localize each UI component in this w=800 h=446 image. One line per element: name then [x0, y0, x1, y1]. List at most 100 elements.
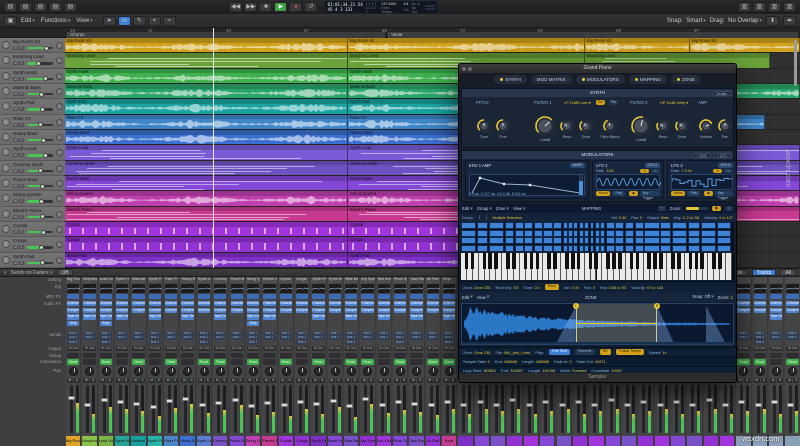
channel-name-label[interactable]: Saw Stack	[409, 436, 423, 446]
solo-button[interactable]: S	[205, 378, 211, 383]
mute-button[interactable]: M	[13, 169, 18, 173]
zone-header-field[interactable]: Pan: 0	[584, 285, 595, 290]
black-key[interactable]	[553, 253, 557, 269]
solo-button[interactable]: S	[352, 378, 358, 383]
lfo2-badge[interactable]: LFO 2	[645, 163, 660, 168]
wave-icon[interactable]: ∿	[651, 169, 660, 173]
mute-button[interactable]: M	[116, 378, 122, 383]
mute-button[interactable]: M	[13, 77, 18, 81]
send-slot[interactable]: Bus 1	[67, 332, 79, 336]
fader-track[interactable]	[511, 385, 514, 433]
tab-zone[interactable]: ZONE	[671, 75, 701, 84]
fader-track[interactable]	[119, 385, 122, 433]
fader-track[interactable]	[479, 385, 482, 433]
eq-thumbnail[interactable]	[737, 284, 749, 293]
vertical-scrollbar[interactable]	[794, 40, 797, 86]
sample-zone[interactable]	[461, 245, 476, 252]
lfo2-panel[interactable]: LFO 2LFO 2Rate:1/16✎∿Phase: 0°MonoPoly◆K…	[592, 160, 664, 199]
eq-thumbnail[interactable]	[280, 284, 292, 293]
mute-button[interactable]: M	[13, 199, 18, 203]
input-slot[interactable]	[100, 294, 112, 299]
mute-button[interactable]: M	[181, 378, 187, 383]
pan-knob[interactable]	[788, 367, 797, 376]
fader-handle[interactable]	[182, 397, 189, 401]
output-slot[interactable]: St Out	[116, 346, 128, 351]
mute-button[interactable]: M	[786, 378, 792, 383]
send-slot[interactable]: Bus 1	[231, 332, 243, 336]
pan-knob[interactable]	[102, 367, 111, 376]
mute-button[interactable]: M	[754, 378, 760, 383]
record-button[interactable]: ●	[289, 2, 302, 12]
channel-strip[interactable]: CongaChannel EQCompressorBus 1Bus 2Bus 3…	[295, 277, 310, 446]
mute-button[interactable]: M	[427, 378, 433, 383]
audio-fx-slot[interactable]: Tape Delay	[345, 314, 357, 319]
solo-button[interactable]: S	[107, 378, 113, 383]
pan-knob[interactable]	[396, 367, 405, 376]
sample-zone[interactable]	[505, 237, 514, 244]
group-slot[interactable]	[132, 353, 144, 358]
mute-button[interactable]: M	[13, 92, 18, 96]
zone-param-field[interactable]: Length: 436666	[522, 359, 549, 364]
send-slot[interactable]: Bus 1	[83, 332, 95, 336]
fader-handle[interactable]	[411, 402, 418, 406]
sample-zone[interactable]	[644, 245, 659, 252]
sample-zone[interactable]	[590, 245, 595, 252]
channel-name-label[interactable]: Sub Kick	[377, 436, 391, 446]
track-volume-slider[interactable]	[27, 108, 53, 110]
output-slot[interactable]: St Out	[132, 346, 144, 351]
channel-setting[interactable]: Punch Bass	[230, 277, 244, 283]
solo-button[interactable]: S	[90, 378, 96, 383]
mapping-zoom-slider[interactable]	[686, 207, 708, 210]
track-pan-knob[interactable]	[56, 119, 63, 126]
sample-zone[interactable]	[672, 237, 687, 244]
channel-setting[interactable]: Lead Vocal	[99, 277, 113, 283]
channel-strip[interactable]: Slide BassChannel EQCompressorTape Delay…	[344, 277, 359, 446]
fader-handle[interactable]	[575, 400, 582, 404]
region[interactable]: String Quartet	[65, 191, 348, 205]
send-slot[interactable]: Bus 1	[312, 332, 324, 336]
track-pan-knob[interactable]	[56, 42, 63, 49]
audio-fx-slot[interactable]: Compressor	[116, 308, 128, 313]
fader-handle[interactable]	[591, 403, 598, 407]
send-slot[interactable]: Bus 3	[443, 341, 455, 345]
sample-zone[interactable]	[584, 222, 589, 229]
audio-fx-slot[interactable]: Compressor	[329, 308, 341, 313]
volume-handle[interactable]	[39, 92, 44, 97]
solo-button[interactable]: S	[793, 378, 799, 383]
black-key[interactable]	[671, 253, 675, 269]
audio-fx-slot[interactable]: Channel EQ	[280, 301, 292, 306]
track-header[interactable]: Riser FXMS	[0, 115, 65, 130]
channel-name-label[interactable]	[573, 436, 587, 446]
send-slot[interactable]: Bus 2	[427, 336, 439, 340]
solo-button[interactable]: S	[156, 378, 162, 383]
zone-header-field[interactable]: Vol: 0.00	[564, 285, 579, 290]
volume-handle[interactable]	[38, 122, 43, 127]
sample-zone[interactable]	[505, 230, 514, 237]
group-slot[interactable]	[231, 353, 243, 358]
group-slot[interactable]	[149, 353, 161, 358]
channel-name-label[interactable]: Big Room Kit	[66, 436, 80, 446]
channel-strip[interactable]: Sub KickChannel EQCompressorTape DelayBu…	[377, 277, 392, 446]
sample-zone[interactable]	[573, 222, 578, 229]
fader-track[interactable]	[577, 385, 580, 433]
audio-fx-slot[interactable]: Compressor	[263, 308, 275, 313]
channel-name-label[interactable]	[507, 436, 521, 446]
send-slot[interactable]: Bus 3	[67, 341, 79, 345]
region[interactable]: Conga	[65, 237, 348, 251]
stop-button[interactable]: ■	[259, 2, 272, 12]
fader-handle[interactable]	[493, 403, 500, 407]
audio-fx-slot[interactable]: Channel EQ	[770, 301, 782, 306]
black-key[interactable]	[524, 253, 528, 269]
waveform-scrollbar[interactable]	[462, 342, 733, 344]
track-header[interactable]: Crummy SynthMS	[0, 161, 65, 176]
track-volume-slider[interactable]	[27, 246, 53, 248]
mute-button[interactable]: M	[280, 378, 286, 383]
automation-slot[interactable]	[770, 359, 782, 365]
solo-button[interactable]: S	[287, 378, 293, 383]
fader-track[interactable]	[70, 385, 73, 433]
knob[interactable]	[698, 118, 714, 134]
zone-header-field[interactable]: Velocity: 97 to 108	[631, 285, 663, 290]
fader-handle[interactable]	[771, 400, 778, 404]
mapping-menu-edit[interactable]: Edit ▾	[462, 206, 473, 212]
audio-fx-slot[interactable]: Compressor	[410, 308, 422, 313]
